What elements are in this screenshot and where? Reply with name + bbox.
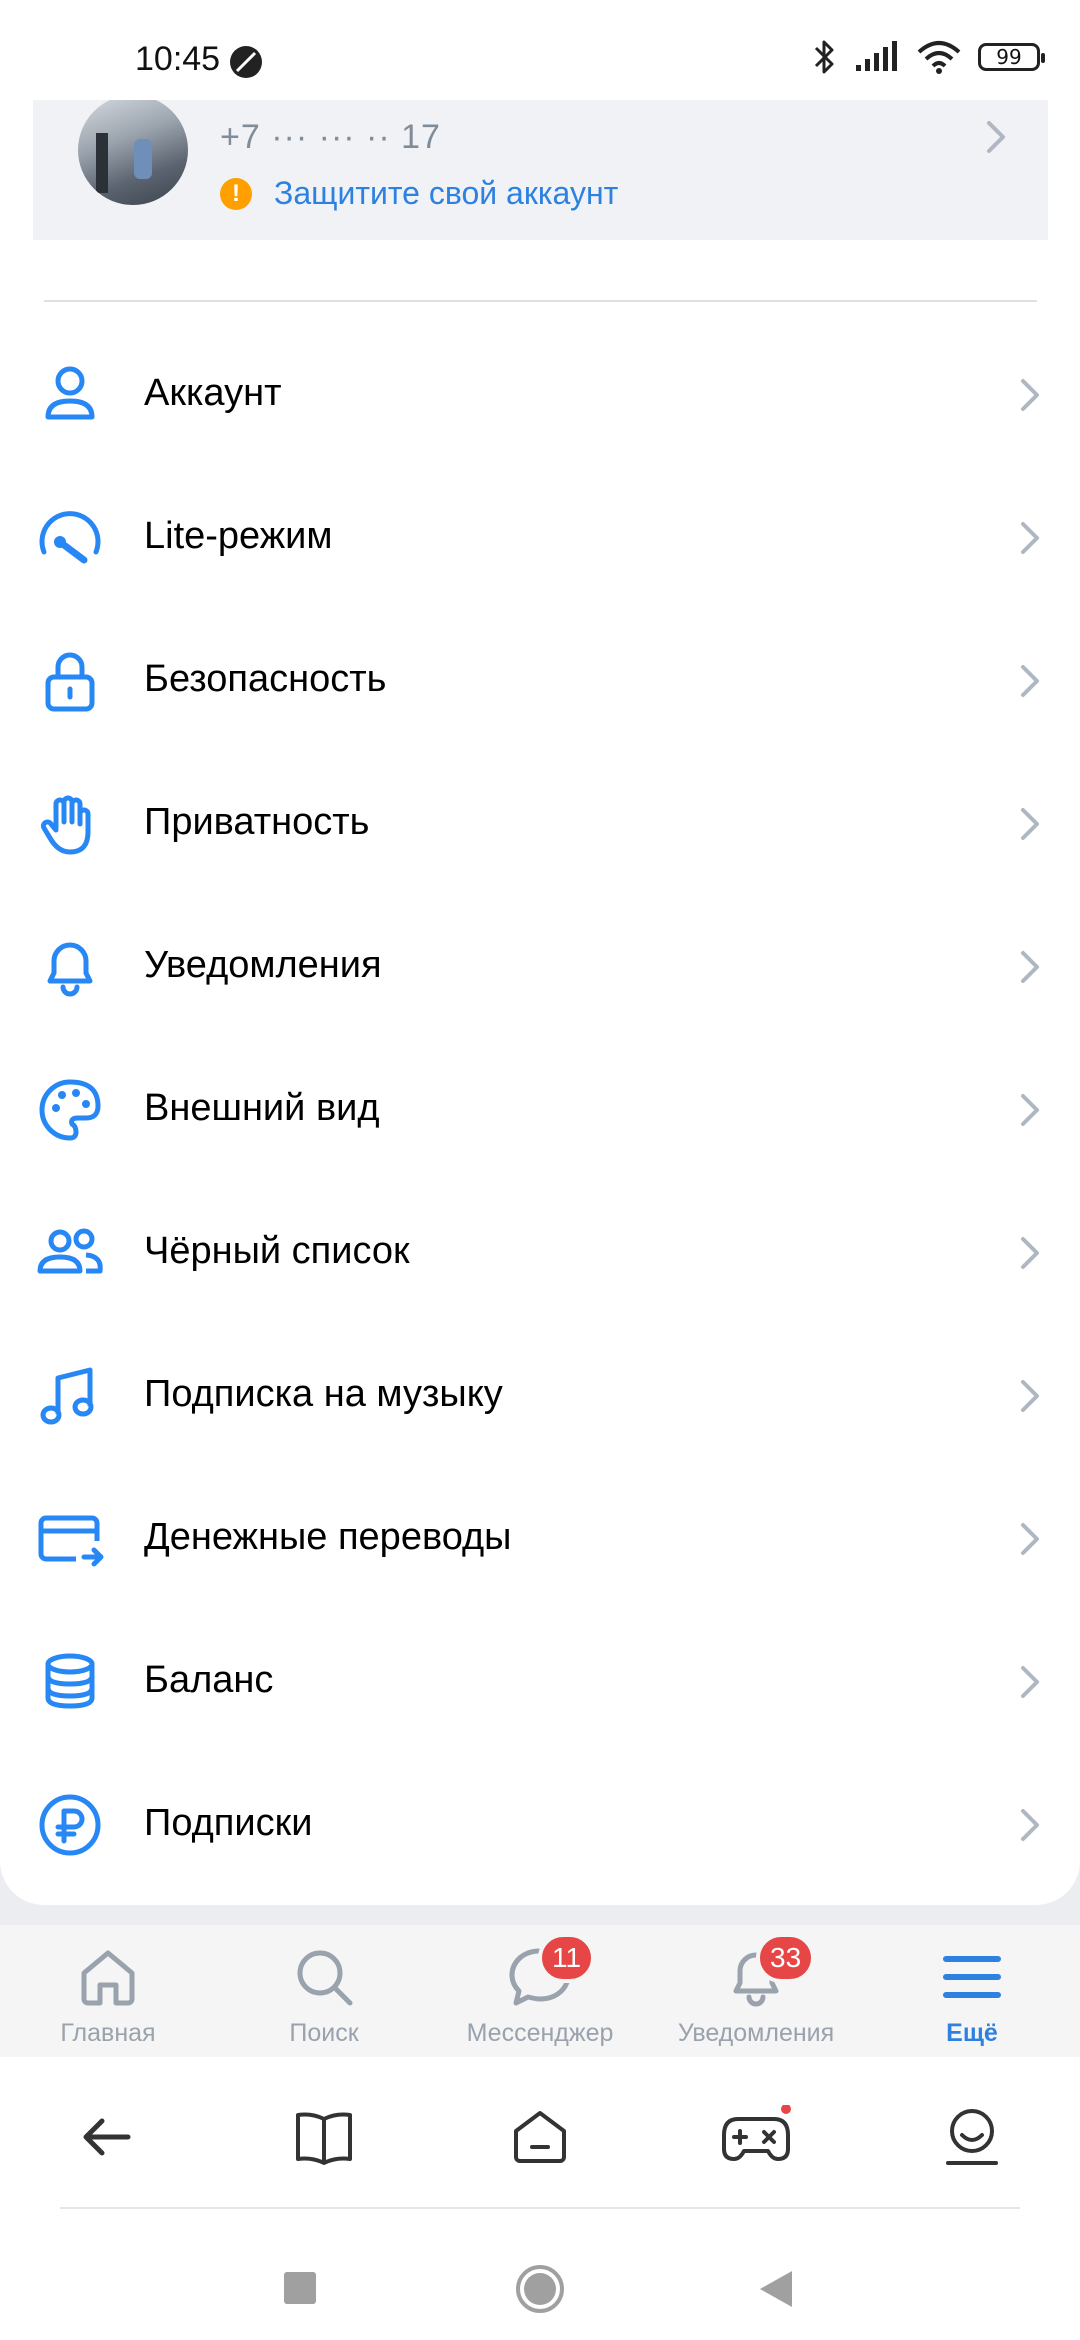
menu-item-music-subscription[interactable]: Подписка на музыку	[0, 1323, 1080, 1466]
profile-icon[interactable]	[940, 2105, 1004, 2169]
menu-item-label: Подписки	[144, 1802, 313, 1844]
menu-item-money-transfers[interactable]: Денежные переводы	[0, 1466, 1080, 1609]
card-transfer-icon	[38, 1515, 104, 1567]
wifi-icon	[917, 41, 961, 74]
divider	[60, 2207, 1020, 2209]
battery-icon: 99	[978, 43, 1045, 71]
menu-item-subscriptions[interactable]: Подписки	[0, 1752, 1080, 1895]
chevron-right-icon	[1021, 1094, 1039, 1126]
gamepad-icon[interactable]	[720, 2105, 792, 2169]
menu-item-label: Внешний вид	[144, 1087, 380, 1129]
menu-item-balance[interactable]: Баланс	[0, 1609, 1080, 1752]
bluetooth-icon	[814, 40, 834, 74]
status-time: 10:45	[135, 40, 221, 78]
chevron-right-icon	[1021, 808, 1039, 840]
menu-item-label: Денежные переводы	[144, 1516, 512, 1558]
home-button[interactable]	[514, 2263, 566, 2315]
menu-item-appearance[interactable]: Внешний вид	[0, 1037, 1080, 1180]
menu-item-security[interactable]: Безопасность	[0, 608, 1080, 751]
menu-item-account[interactable]: Аккаунт	[0, 322, 1080, 465]
protect-account-label: Защитите свой аккаунт	[274, 175, 619, 211]
protect-account-link[interactable]: ! Защитите свой аккаунт	[220, 175, 618, 212]
chevron-right-icon	[1021, 522, 1039, 554]
book-icon[interactable]	[292, 2105, 356, 2169]
home-outline-icon[interactable]	[508, 2105, 572, 2169]
divider	[44, 300, 1037, 302]
home-icon	[81, 1950, 135, 2006]
tab-label: Мессенджер	[466, 2019, 614, 2047]
bottom-tab-bar: Главная Поиск Мессенджер 11 Уведомления …	[0, 1925, 1080, 2057]
speedometer-icon	[39, 511, 101, 564]
hand-icon	[41, 795, 91, 855]
menu-item-privacy[interactable]: Приватность	[0, 751, 1080, 894]
tab-label: Главная	[60, 2019, 156, 2047]
menu-item-label: Баланс	[144, 1659, 274, 1701]
menu-item-notifications[interactable]: Уведомления	[0, 894, 1080, 1037]
ruble-icon	[39, 1794, 101, 1856]
menu-item-label: Приватность	[144, 801, 370, 843]
tab-search[interactable]: Поиск	[216, 1925, 432, 2057]
tab-messenger[interactable]: Мессенджер 11	[432, 1925, 648, 2057]
music-icon	[40, 1367, 94, 1425]
status-bar: 10:45 99	[0, 0, 1080, 100]
unread-badge: 11	[538, 1933, 596, 1983]
lock-icon	[45, 652, 95, 712]
tab-more[interactable]: Ещё	[864, 1925, 1080, 2057]
tab-label: Ещё	[946, 2019, 998, 2047]
chevron-right-icon	[1021, 1666, 1039, 1698]
bell-icon	[47, 942, 93, 997]
recent-apps-button[interactable]	[282, 2270, 318, 2306]
warning-icon: !	[220, 177, 252, 210]
system-navigation	[0, 2057, 1080, 2340]
status-icons: 99	[812, 38, 1045, 76]
back-button[interactable]	[756, 2267, 796, 2311]
user-icon	[45, 366, 95, 420]
menu-item-label: Аккаунт	[144, 372, 282, 414]
chevron-right-icon	[1021, 665, 1039, 697]
menu-item-label: Чёрный список	[144, 1230, 410, 1272]
profile-phone: +7 ··· ··· ·· 17	[220, 118, 441, 156]
back-arrow-icon[interactable]	[76, 2107, 136, 2167]
menu-item-label: Уведомления	[144, 944, 382, 986]
search-icon	[297, 1950, 353, 2006]
users-icon	[37, 1228, 103, 1274]
signal-icon	[856, 41, 897, 71]
chevron-right-icon	[1021, 1809, 1039, 1841]
menu-item-lite-mode[interactable]: Lite-режим	[0, 465, 1080, 608]
chevron-right-icon	[1021, 1380, 1039, 1412]
settings-screen: +7 ··· ··· ·· 17 ! Защитите свой аккаунт…	[0, 0, 1080, 1905]
tab-home[interactable]: Главная	[0, 1925, 216, 2057]
chevron-right-icon	[1021, 951, 1039, 983]
tab-notifications[interactable]: Уведомления 33	[648, 1925, 864, 2057]
settings-menu: Аккаунт Lite-режим Безопасность Приватно…	[0, 322, 1080, 1895]
tab-label: Уведомления	[677, 2019, 835, 2047]
chevron-right-icon	[987, 121, 1005, 153]
menu-item-label: Безопасность	[144, 658, 387, 700]
moon-icon	[230, 46, 262, 78]
battery-level: 99	[996, 45, 1022, 69]
coins-icon	[45, 1653, 95, 1709]
notification-badge: 33	[756, 1933, 816, 1983]
menu-item-label: Lite-режим	[144, 515, 333, 557]
menu-item-blacklist[interactable]: Чёрный список	[0, 1180, 1080, 1323]
chevron-right-icon	[1021, 1237, 1039, 1269]
menu-item-label: Подписка на музыку	[144, 1373, 503, 1415]
chevron-right-icon	[1021, 1523, 1039, 1555]
menu-icon	[943, 1956, 1001, 1998]
chevron-right-icon	[1021, 379, 1039, 411]
avatar[interactable]	[78, 95, 188, 205]
tab-label: Поиск	[289, 2019, 359, 2047]
palette-icon	[39, 1079, 101, 1141]
